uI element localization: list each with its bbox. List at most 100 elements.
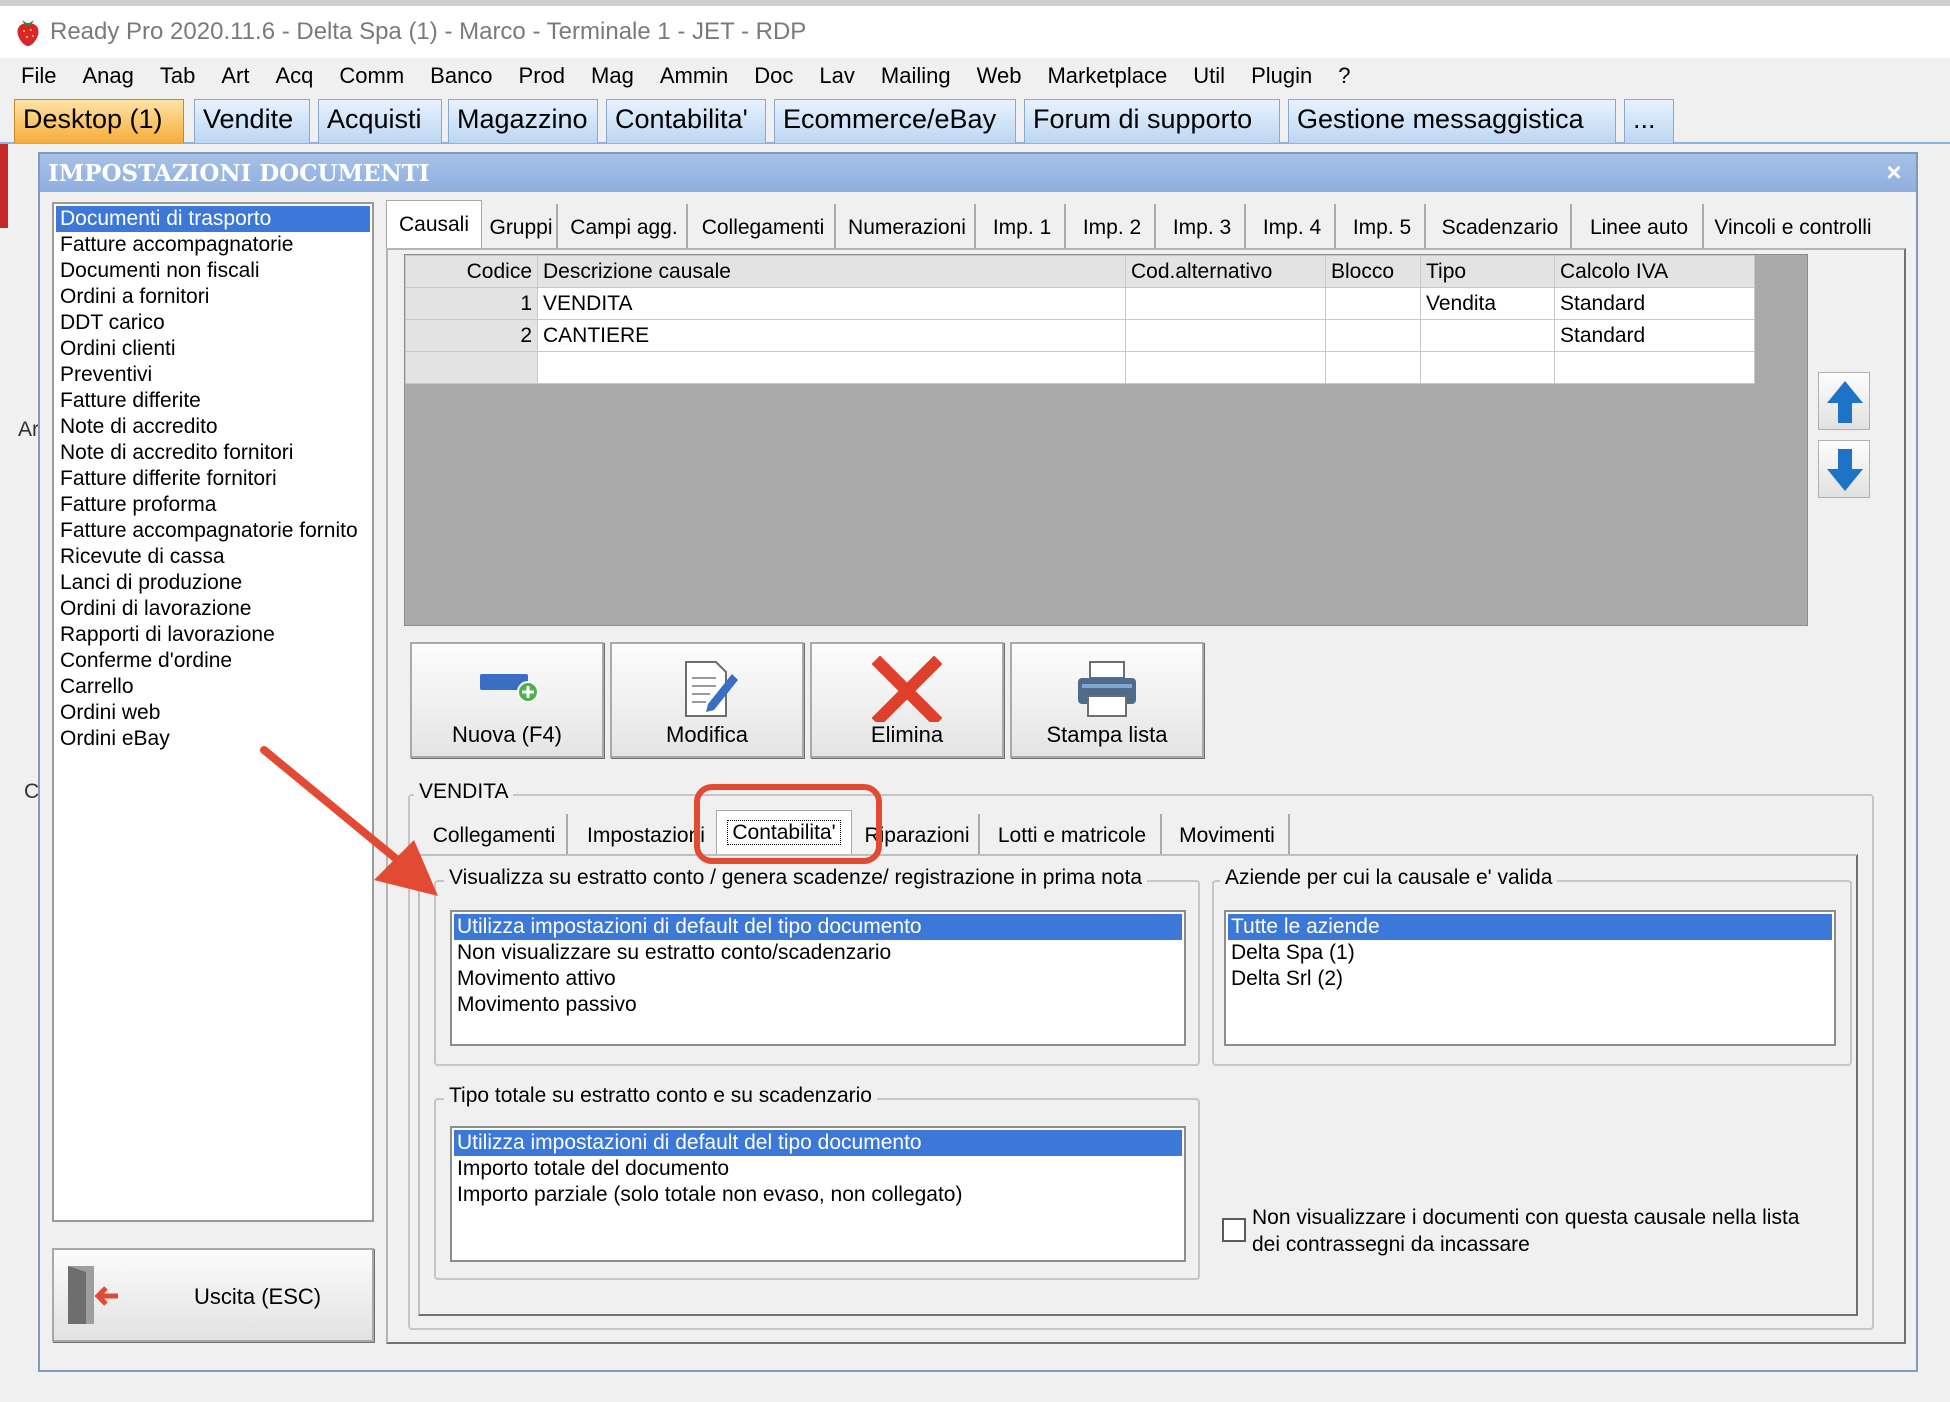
subtab-movimenti[interactable]: Movimenti (1166, 814, 1290, 854)
menu-util[interactable]: Util (1180, 63, 1238, 89)
menu-banco[interactable]: Banco (417, 63, 505, 89)
list-item[interactable]: Lanci di produzione (56, 570, 370, 596)
tab-campi-agg[interactable]: Campi agg. (562, 204, 688, 248)
tab-forum[interactable]: Forum di supporto (1024, 99, 1280, 143)
tipo-totale-listbox[interactable]: Utilizza impostazioni di default del tip… (450, 1126, 1186, 1262)
menu-file[interactable]: File (8, 63, 69, 89)
tab-collegamenti[interactable]: Collegamenti (692, 204, 836, 248)
list-item[interactable]: Movimento passivo (454, 992, 1182, 1018)
col-descrizione[interactable]: Descrizione causale (537, 255, 1126, 288)
list-item[interactable]: Non visualizzare su estratto conto/scade… (454, 940, 1182, 966)
aziende-listbox[interactable]: Tutte le aziende Delta Spa (1) Delta Srl… (1224, 910, 1836, 1046)
col-codice[interactable]: Codice (405, 255, 538, 288)
tab-imp-1[interactable]: Imp. 1 (980, 204, 1066, 248)
list-item[interactable]: Fatture accompagnatorie fornito (56, 518, 370, 544)
list-item[interactable]: Fatture proforma (56, 492, 370, 518)
list-item[interactable]: Rapporti di lavorazione (56, 622, 370, 648)
list-item[interactable]: Carrello (56, 674, 370, 700)
list-item[interactable]: Fatture differite fornitori (56, 466, 370, 492)
list-item[interactable]: Importo totale del documento (454, 1156, 1182, 1182)
table-row-empty[interactable] (405, 351, 1755, 384)
list-item[interactable]: Delta Spa (1) (1228, 940, 1832, 966)
list-item[interactable]: DDT carico (56, 310, 370, 336)
list-item[interactable]: Importo parziale (solo totale non evaso,… (454, 1182, 1182, 1208)
tab-vendite[interactable]: Vendite (194, 99, 310, 143)
close-icon[interactable]: × (1880, 158, 1908, 186)
tab-imp-5[interactable]: Imp. 5 (1340, 204, 1426, 248)
list-item[interactable]: Note di accredito fornitori (56, 440, 370, 466)
col-cod-alternativo[interactable]: Cod.alternativo (1125, 255, 1326, 288)
list-item[interactable]: Utilizza impostazioni di default del tip… (454, 1130, 1182, 1156)
stampa-lista-button[interactable]: Stampa lista (1010, 642, 1204, 758)
list-item[interactable]: Documenti non fiscali (56, 258, 370, 284)
menu-plugin[interactable]: Plugin (1238, 63, 1325, 89)
cell-cod-alternativo (1125, 319, 1326, 352)
list-item[interactable]: Note di accredito (56, 414, 370, 440)
cell-empty (1125, 351, 1326, 384)
tab-more[interactable]: ... (1624, 99, 1674, 143)
list-item[interactable]: Tutte le aziende (1228, 914, 1832, 940)
list-item[interactable]: Fatture accompagnatorie (56, 232, 370, 258)
tab-magazzino[interactable]: Magazzino (448, 99, 598, 143)
list-item[interactable]: Ricevute di cassa (56, 544, 370, 570)
subtab-lotti-matricole[interactable]: Lotti e matricole (984, 814, 1162, 854)
menu-comm[interactable]: Comm (326, 63, 417, 89)
list-item[interactable]: Ordini clienti (56, 336, 370, 362)
cell-descrizione: CANTIERE (537, 319, 1126, 352)
menu-prod[interactable]: Prod (506, 63, 578, 89)
tab-linee-auto[interactable]: Linee auto (1576, 204, 1704, 248)
move-up-button[interactable] (1818, 372, 1870, 430)
tab-ecommerce[interactable]: Ecommerce/eBay (774, 99, 1016, 143)
exit-label: Uscita (ESC) (194, 1284, 322, 1309)
menu-anag[interactable]: Anag (69, 63, 146, 89)
tab-imp-4[interactable]: Imp. 4 (1250, 204, 1336, 248)
list-item[interactable]: Utilizza impostazioni di default del tip… (454, 914, 1182, 940)
list-item[interactable]: Ordini web (56, 700, 370, 726)
tab-messaggistica[interactable]: Gestione messaggistica (1288, 99, 1616, 143)
table-row[interactable]: 1 VENDITA Vendita Standard (405, 287, 1755, 320)
menu-web[interactable]: Web (964, 63, 1035, 89)
table-row[interactable]: 2 CANTIERE Standard (405, 319, 1755, 352)
menu-help[interactable]: ? (1325, 63, 1363, 89)
exit-button[interactable]: Uscita (ESC) (52, 1248, 374, 1342)
tab-imp-2[interactable]: Imp. 2 (1070, 204, 1156, 248)
tab-acquisti[interactable]: Acquisti (318, 99, 442, 143)
tab-imp-3[interactable]: Imp. 3 (1160, 204, 1246, 248)
list-item[interactable]: Preventivi (56, 362, 370, 388)
menu-doc[interactable]: Doc (741, 63, 806, 89)
tab-scadenzario[interactable]: Scadenzario (1430, 204, 1572, 248)
tab-causali[interactable]: Causali (386, 200, 482, 248)
col-calcolo-iva[interactable]: Calcolo IVA (1554, 255, 1755, 288)
menu-mag[interactable]: Mag (578, 63, 647, 89)
contrassegni-checkbox[interactable] (1222, 1218, 1246, 1242)
list-item[interactable]: Ordini a fornitori (56, 284, 370, 310)
document-type-list[interactable]: Documenti di trasporto Fatture accompagn… (52, 202, 374, 1222)
tab-numerazioni[interactable]: Numerazioni (840, 204, 976, 248)
menu-mailing[interactable]: Mailing (868, 63, 964, 89)
list-item[interactable]: Documenti di trasporto (56, 206, 370, 232)
contrassegni-checkbox-label[interactable]: Non visualizzare i documenti con questa … (1252, 1204, 1822, 1258)
list-item[interactable]: Conferme d'ordine (56, 648, 370, 674)
causali-grid[interactable]: Codice Descrizione causale Cod.alternati… (404, 254, 1808, 626)
list-item[interactable]: Delta Srl (2) (1228, 966, 1832, 992)
menu-art[interactable]: Art (208, 63, 262, 89)
col-blocco[interactable]: Blocco (1325, 255, 1421, 288)
elimina-button[interactable]: Elimina (810, 642, 1004, 758)
modifica-button[interactable]: Modifica (610, 642, 804, 758)
tab-gruppi[interactable]: Gruppi (486, 204, 558, 248)
col-tipo[interactable]: Tipo (1420, 255, 1555, 288)
list-item[interactable]: Ordini di lavorazione (56, 596, 370, 622)
tab-vincoli[interactable]: Vincoli e controlli (1708, 204, 1878, 248)
menu-tab[interactable]: Tab (147, 63, 208, 89)
menu-ammin[interactable]: Ammin (647, 63, 741, 89)
list-item[interactable]: Fatture differite (56, 388, 370, 414)
menu-acq[interactable]: Acq (262, 63, 326, 89)
menu-lav[interactable]: Lav (806, 63, 867, 89)
dialog-title: IMPOSTAZIONI DOCUMENTI (40, 154, 1916, 192)
list-item[interactable]: Movimento attivo (454, 966, 1182, 992)
move-down-button[interactable] (1818, 440, 1870, 498)
menu-marketplace[interactable]: Marketplace (1034, 63, 1180, 89)
estratto-conto-listbox[interactable]: Utilizza impostazioni di default del tip… (450, 910, 1186, 1046)
tab-desktop[interactable]: Desktop (1) (14, 99, 184, 143)
tab-contabilita[interactable]: Contabilita' (606, 99, 766, 143)
